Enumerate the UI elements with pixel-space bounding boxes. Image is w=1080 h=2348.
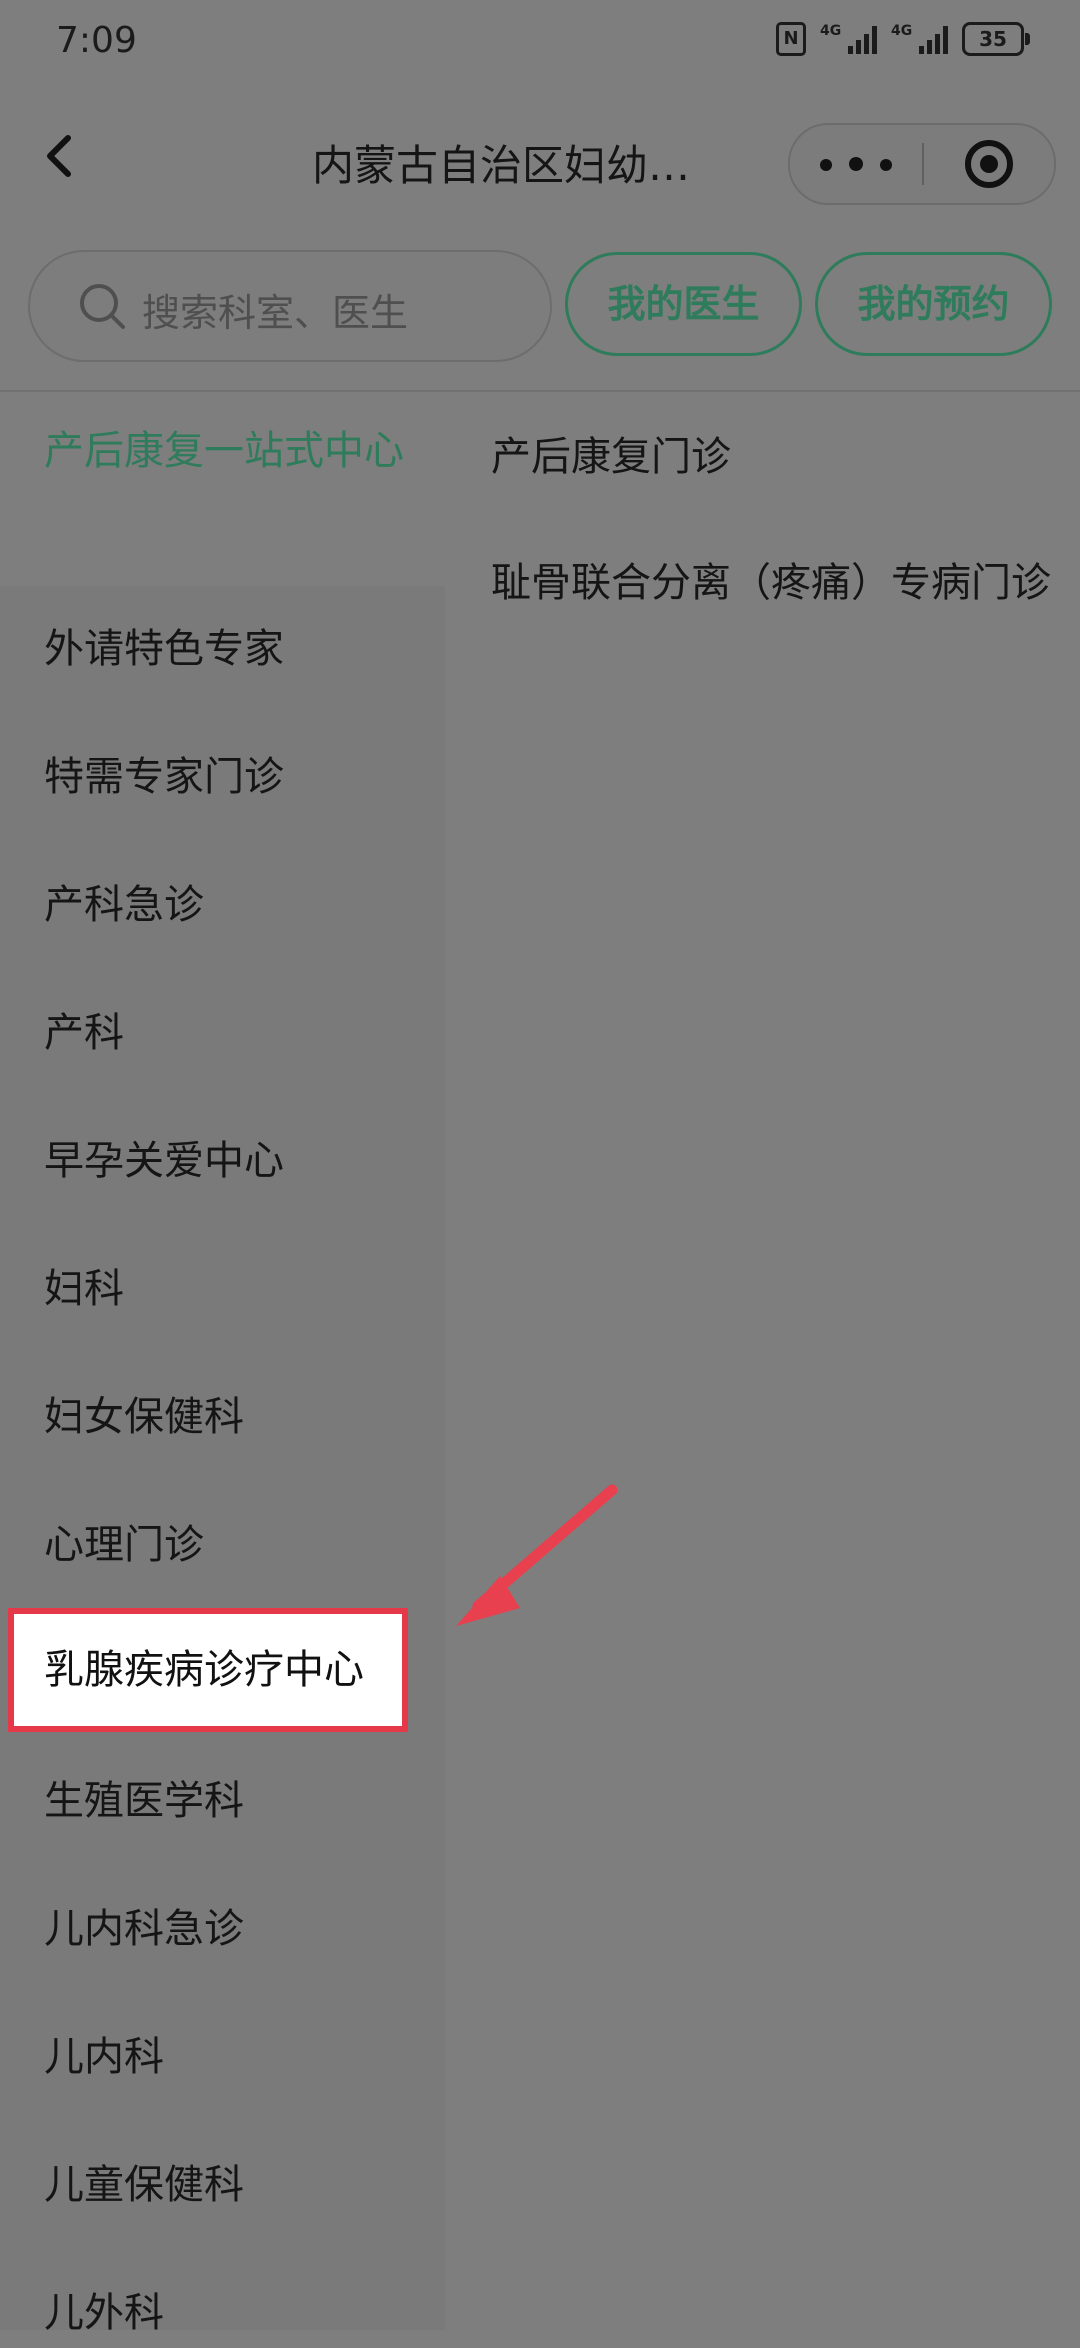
my-appointment-button[interactable]: 我的预约: [815, 252, 1052, 356]
search-input[interactable]: 搜索科室、医生: [28, 250, 552, 362]
more-icon: [820, 159, 832, 171]
sidebar-item[interactable]: 产科急诊: [44, 870, 204, 940]
search-row: 搜索科室、医生 我的医生 我的预约: [0, 246, 1080, 366]
signal-icon: 4G: [820, 24, 877, 54]
sidebar-item[interactable]: 生殖医学科: [44, 1766, 244, 1836]
page-title: 内蒙古自治区妇幼…: [312, 141, 691, 190]
sidebar-item[interactable]: 儿外科: [44, 2278, 164, 2348]
sidebar-item-label: 产后康复一站式中心: [44, 428, 404, 474]
my-doctor-button[interactable]: 我的医生: [565, 252, 802, 356]
sidebar-item[interactable]: 产科: [44, 998, 124, 1068]
mini-program-capsule: [788, 123, 1056, 205]
department-sidebar: 产后康复一站式中心 外请特色专家 特需专家门诊 产科急诊 产科 早孕关爱中心 妇…: [0, 392, 445, 2336]
list-item[interactable]: 耻骨联合分离（疼痛）专病门诊: [491, 548, 1061, 618]
signal-icon-2: 4G: [891, 24, 948, 54]
target-icon: [965, 140, 1013, 188]
sidebar-item[interactable]: 外请特色专家: [44, 614, 284, 684]
close-mini-program-button[interactable]: [924, 125, 1054, 203]
search-icon: [80, 284, 125, 329]
status-icons: N 4G 4G 35: [776, 22, 1030, 56]
sidebar-item-label: 乳腺疾病诊疗中心: [44, 1647, 364, 1693]
nfc-icon: N: [776, 22, 806, 56]
sidebar-item-active[interactable]: 产后康复一站式中心: [0, 392, 445, 586]
sidebar-item[interactable]: 特需专家门诊: [44, 742, 284, 812]
signal-label-2: 4G: [891, 23, 913, 39]
back-button[interactable]: [30, 124, 94, 188]
sidebar-item[interactable]: 儿内科急诊: [44, 1894, 244, 1964]
search-placeholder: 搜索科室、医生: [142, 291, 409, 335]
sidebar-item[interactable]: 心理门诊: [44, 1510, 204, 1580]
list-item[interactable]: 产后康复门诊: [491, 422, 1061, 492]
nav-bar: 内蒙古自治区妇幼…: [0, 100, 1080, 220]
back-icon: [47, 135, 71, 177]
sidebar-item[interactable]: 早孕关爱中心: [44, 1126, 284, 1196]
status-time: 7:09: [56, 20, 137, 61]
battery-icon: 35: [962, 22, 1030, 56]
more-button[interactable]: [790, 125, 920, 203]
sidebar-item[interactable]: 儿内科: [44, 2022, 164, 2092]
sidebar-item[interactable]: 儿童保健科: [44, 2150, 244, 2220]
sidebar-item[interactable]: 妇女保健科: [44, 1382, 244, 1452]
signal-label: 4G: [820, 23, 842, 39]
status-bar: 7:09 N 4G 4G 35: [0, 0, 1080, 90]
sidebar-item-highlighted[interactable]: 乳腺疾病诊疗中心: [8, 1608, 408, 1732]
sidebar-item[interactable]: 妇科: [44, 1254, 124, 1324]
